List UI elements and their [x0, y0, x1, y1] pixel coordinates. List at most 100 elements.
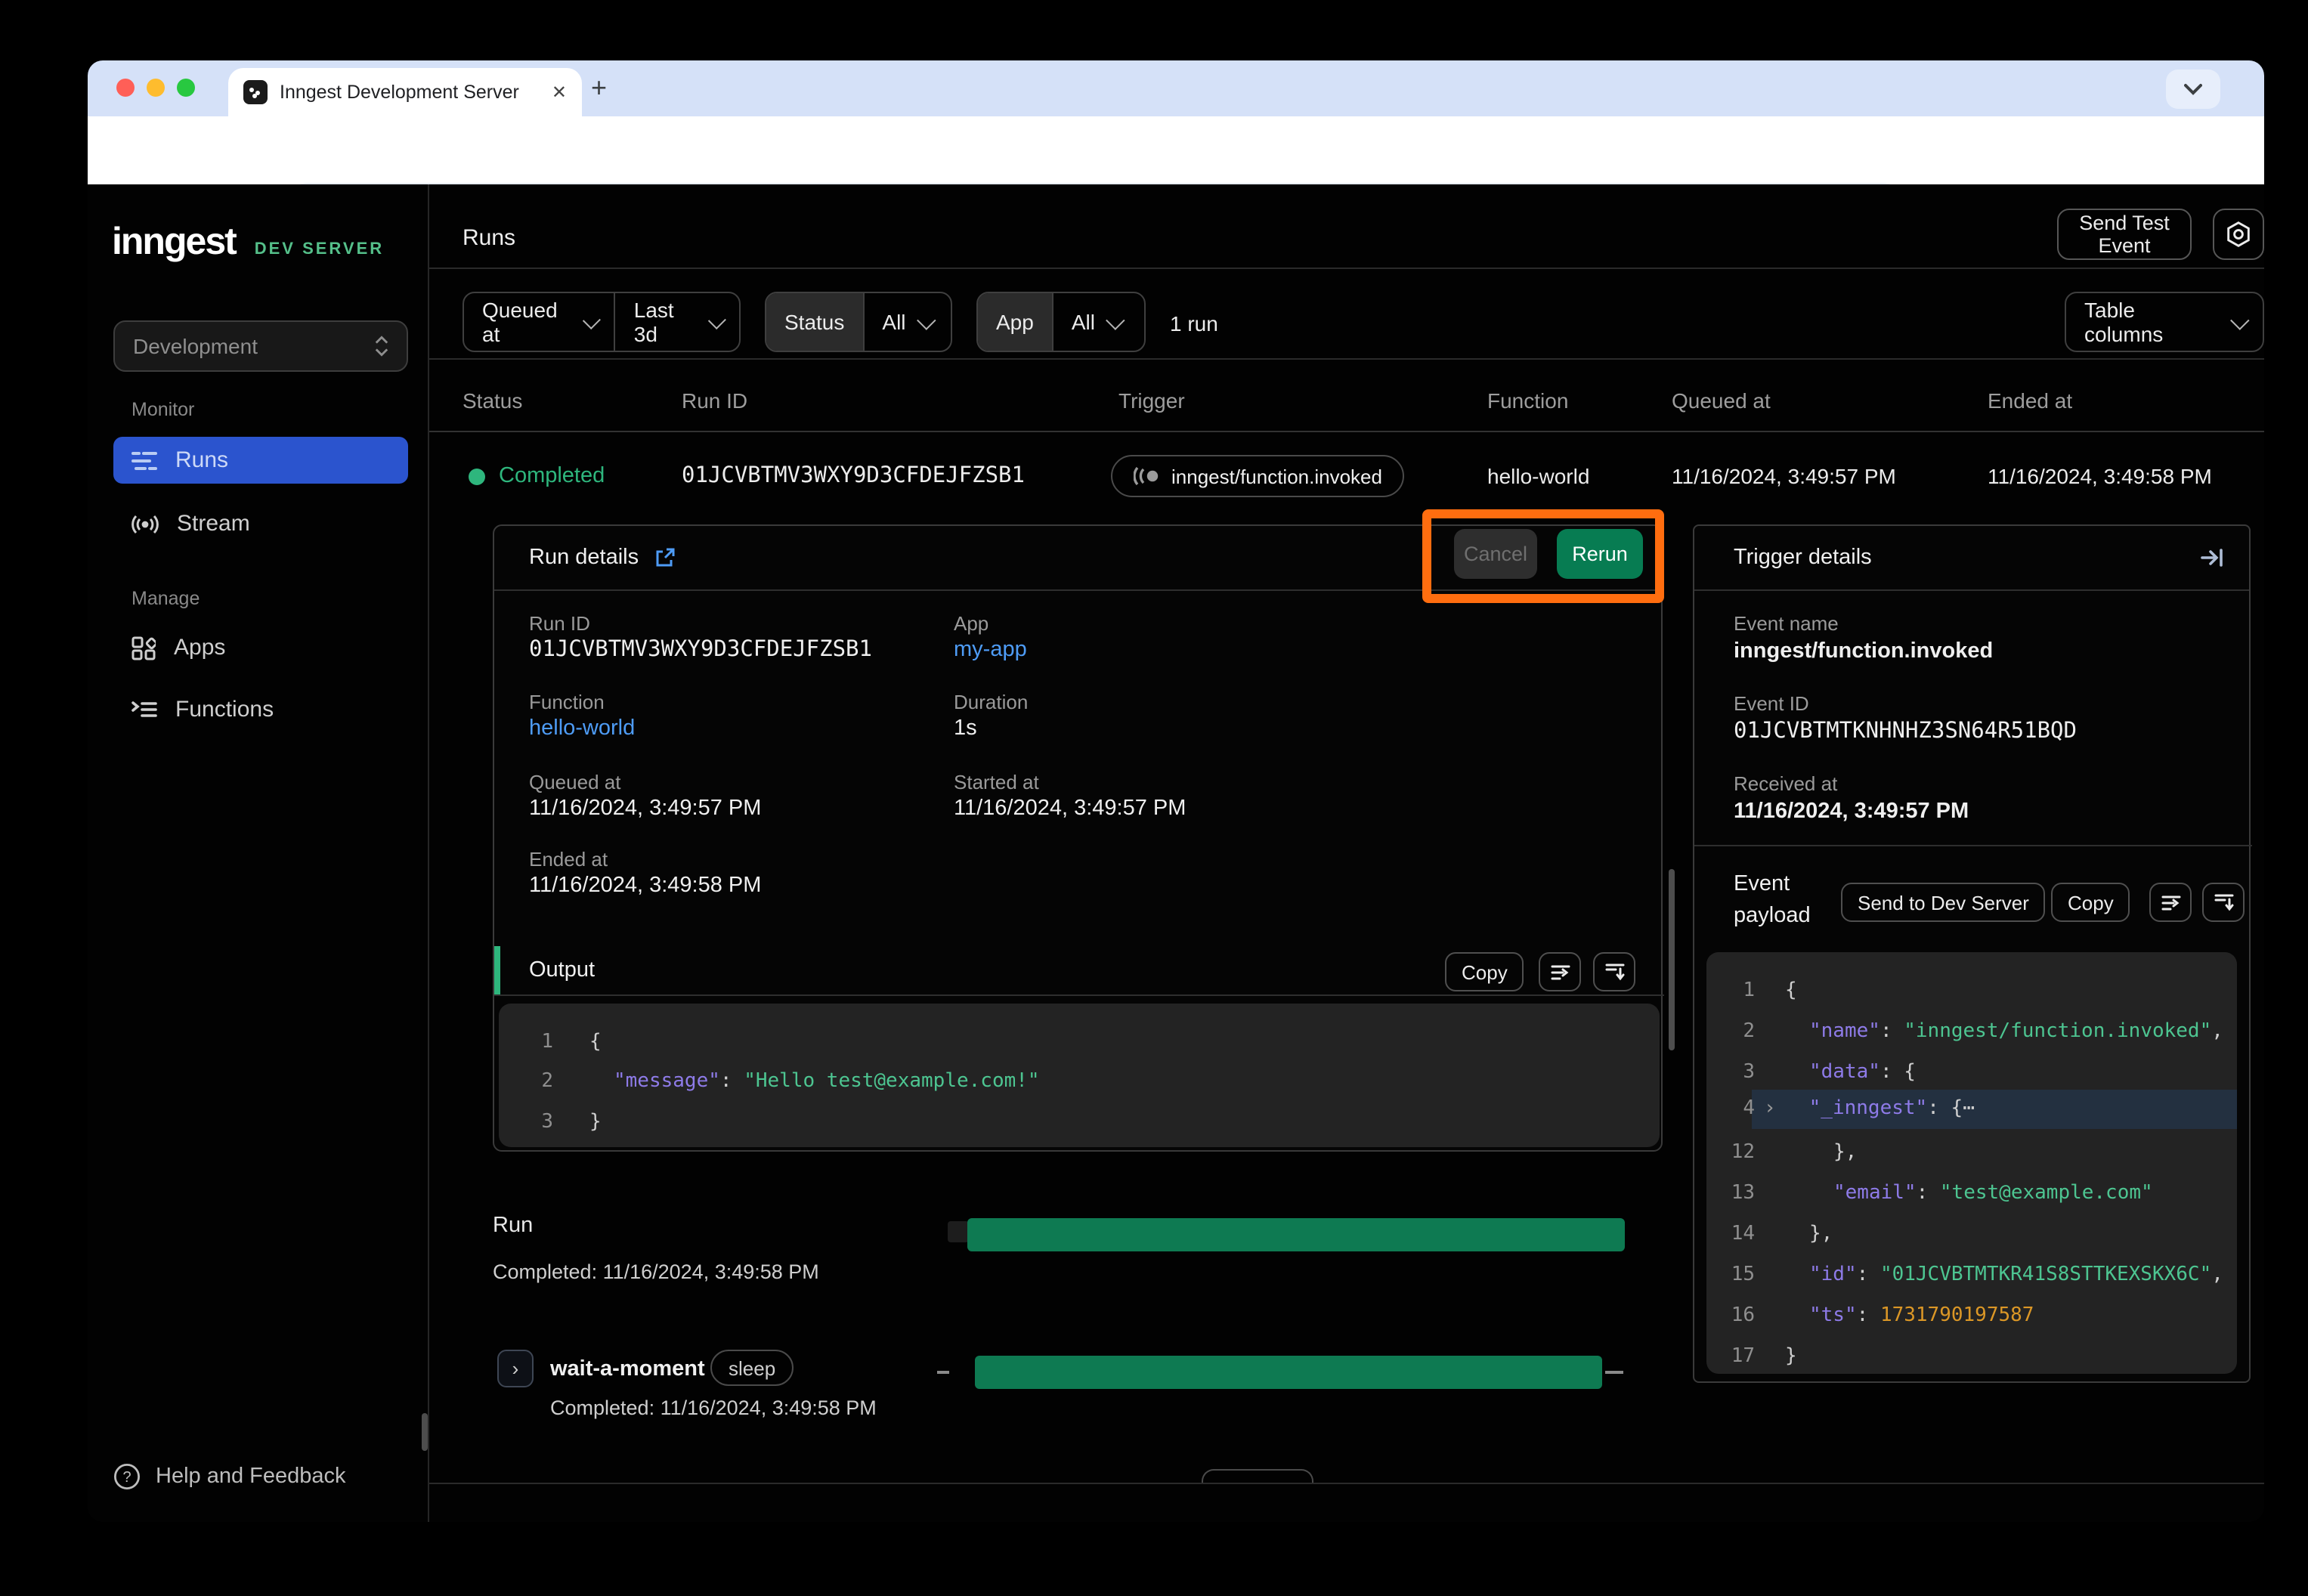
sidebar-item-label: Runs: [175, 447, 228, 473]
payload-code-block[interactable]: 1{ 2"name": "inngest/function.invoked", …: [1706, 952, 2237, 1374]
tab-search-button[interactable]: [2166, 70, 2220, 109]
field-label: App: [954, 612, 988, 635]
code-key: "email": [1833, 1182, 1917, 1205]
line-number: 1: [1728, 979, 1755, 1002]
scroll-to-bottom-button[interactable]: [1593, 952, 1635, 991]
row-function: hello-world: [1487, 464, 1589, 488]
field-app-link[interactable]: my-app: [954, 638, 1027, 662]
app-logo: inngest DEV SERVER: [112, 221, 384, 264]
rerun-button[interactable]: Rerun: [1557, 529, 1643, 579]
code-number: 1731790197587: [1880, 1304, 2034, 1327]
expand-step-button[interactable]: ›: [497, 1350, 534, 1387]
select-chevrons-icon: [375, 336, 388, 357]
field-label: Function: [529, 691, 605, 713]
code-punct: :: [1917, 1182, 1940, 1205]
line-number: 3: [1728, 1061, 1755, 1084]
code-punct: {: [1951, 1097, 1963, 1120]
field-run-id: 01JCVBTMV3WXY9D3CFDEJFZSB1: [529, 638, 872, 662]
browser-tab[interactable]: Inngest Development Server ✕: [228, 68, 582, 116]
line-number: 17: [1728, 1345, 1755, 1368]
code-token: },: [1833, 1141, 1857, 1164]
code-token: },: [1809, 1223, 1833, 1245]
filter-timefield-label: Queued at: [482, 298, 571, 346]
sidebar-item-functions[interactable]: Functions: [113, 686, 408, 733]
window-close-button[interactable]: [116, 79, 135, 97]
window-minimize-button[interactable]: [147, 79, 165, 97]
filter-app-value: All: [1072, 310, 1095, 334]
col-header-function: Function: [1487, 388, 1568, 413]
footer-divider: [429, 1483, 2264, 1484]
load-more-button-partial[interactable]: [1202, 1469, 1313, 1483]
logo-text: inngest: [112, 221, 236, 263]
output-code-block[interactable]: 1{ 2"message": "Hello test@example.com!"…: [499, 1004, 1660, 1147]
window-zoom-button[interactable]: [177, 79, 195, 97]
table-columns-button[interactable]: Table columns: [2065, 292, 2264, 352]
env-badge: DEV SERVER: [255, 240, 384, 258]
browser-toolbar: ← → i localhost:8288/runs: [88, 116, 2264, 184]
line-number: 2: [538, 1070, 553, 1093]
code-key: "id": [1809, 1264, 1857, 1286]
send-test-event-button[interactable]: Send Test Event: [2057, 209, 2192, 260]
functions-list-icon: [131, 700, 157, 719]
filter-timefield[interactable]: Queued at Last 3d: [463, 292, 741, 352]
event-payload-label: Event payload: [1734, 869, 1824, 933]
output-title: Output: [529, 958, 595, 982]
help-and-feedback[interactable]: ? Help and Feedback: [113, 1463, 346, 1490]
filter-app-label: App: [978, 293, 1052, 351]
wrap-text-button[interactable]: [2149, 883, 2192, 922]
row-queued-at: 11/16/2024, 3:49:57 PM: [1672, 464, 1896, 488]
timeline-run-completed: Completed: 11/16/2024, 3:49:58 PM: [493, 1260, 819, 1283]
trigger-badge[interactable]: inngest/function.invoked: [1111, 455, 1405, 497]
sidebar-item-label: Apps: [174, 635, 225, 660]
send-to-dev-server-button[interactable]: Send to Dev Server: [1841, 883, 2046, 922]
row-status: Completed: [499, 464, 605, 488]
field-function-link[interactable]: hello-world: [529, 716, 635, 741]
sidebar-item-apps[interactable]: Apps: [113, 624, 408, 671]
trigger-badge-label: inngest/function.invoked: [1171, 465, 1382, 487]
browser-window: Inngest Development Server ✕ + ← → i loc…: [88, 60, 2264, 1522]
settings-button[interactable]: [2213, 209, 2264, 260]
gear-hexagon-icon: [2225, 221, 2252, 248]
filter-status[interactable]: Status All: [765, 292, 952, 352]
code-string: "test@example.com": [1940, 1182, 2153, 1205]
collapsed-ellipsis[interactable]: ⋯: [1963, 1097, 1975, 1120]
code-punct: :: [1857, 1264, 1880, 1286]
sidebar-item-label: Stream: [177, 511, 250, 537]
line-number: 4: [1728, 1097, 1755, 1120]
payload-copy-button[interactable]: Copy: [2051, 883, 2130, 922]
filter-app[interactable]: App All: [976, 292, 1146, 352]
runs-list-icon: [131, 450, 157, 471]
code-punct: :: [720, 1070, 744, 1093]
scrollbar-thumb[interactable]: [422, 1413, 428, 1451]
external-link-icon[interactable]: [654, 547, 675, 568]
received-at: 11/16/2024, 3:49:57 PM: [1734, 800, 1969, 824]
sidebar-item-runs[interactable]: Runs: [113, 437, 408, 484]
code-punct: :: [1857, 1304, 1880, 1327]
tab-close-icon[interactable]: ✕: [552, 82, 567, 103]
cancel-button[interactable]: Cancel: [1454, 529, 1537, 579]
line-number: 16: [1728, 1304, 1755, 1327]
sidebar-section-monitor: Monitor: [131, 399, 194, 420]
output-header: Output Copy: [494, 946, 1664, 996]
field-label: Queued at: [529, 771, 620, 793]
scroll-to-bottom-button[interactable]: [2202, 883, 2245, 922]
line-number: 14: [1728, 1223, 1755, 1245]
sidebar-item-stream[interactable]: Stream: [113, 500, 408, 547]
col-header-status: Status: [463, 388, 522, 413]
timeline-step-bar: [975, 1356, 1602, 1389]
output-copy-button[interactable]: Copy: [1445, 952, 1524, 991]
timeline-run-bar: [967, 1218, 1625, 1251]
timeline-tick: [937, 1371, 949, 1374]
line-number: 15: [1728, 1264, 1755, 1286]
workspace-select[interactable]: Development: [113, 320, 408, 372]
wrap-text-button[interactable]: [1539, 952, 1581, 991]
code-punct: ,: [2211, 1264, 2223, 1286]
collapse-panel-icon[interactable]: [2201, 547, 2225, 568]
timeline-queue-segment: [948, 1221, 969, 1242]
collapse-chevron-icon[interactable]: ›: [1764, 1097, 1776, 1120]
panel-scrollbar-thumb[interactable]: [1669, 869, 1675, 1050]
code-key: "_inngest": [1809, 1097, 1928, 1120]
new-tab-button[interactable]: +: [591, 73, 607, 104]
code-string: "inngest/function.invoked": [1904, 1020, 2211, 1043]
svg-text:?: ?: [122, 1469, 131, 1486]
